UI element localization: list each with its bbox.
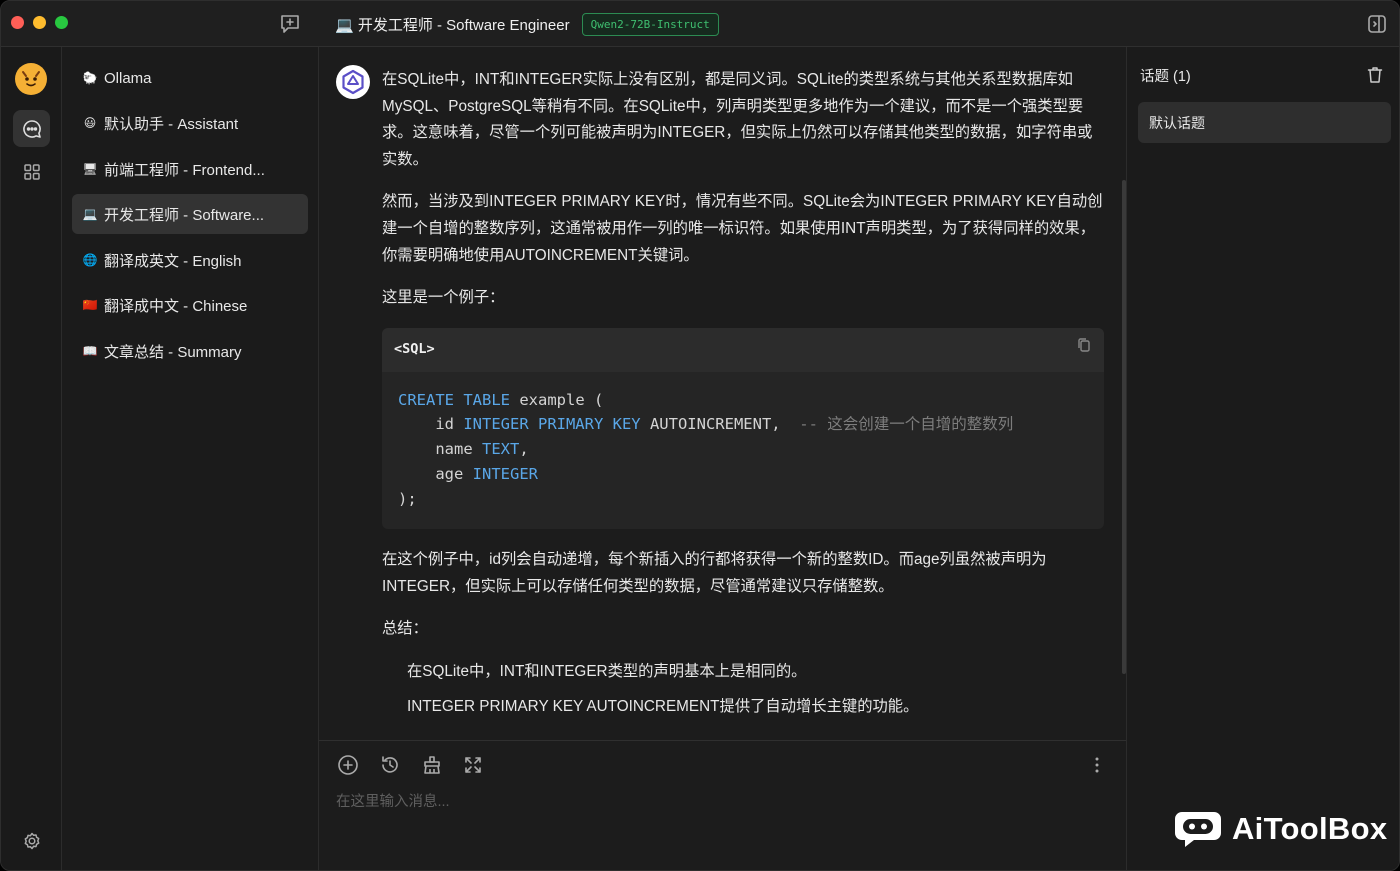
user-avatar[interactable] xyxy=(15,63,47,95)
laptop-icon: 💻 xyxy=(82,207,98,221)
code-keyword: CREATE xyxy=(398,390,454,409)
chat-title-area: 💻 开发工程师 - Software Engineer Qwen2-72B-In… xyxy=(335,11,719,37)
sheep-icon: 🐑 xyxy=(82,71,98,85)
topics-title: 话题 (1) xyxy=(1140,69,1191,85)
code-text: age xyxy=(398,464,473,483)
code-text: example ( xyxy=(510,390,604,409)
close-window-button[interactable] xyxy=(11,16,24,29)
watermark-logo: AiToolBox xyxy=(1174,809,1387,849)
assistant-item-frontend[interactable]: 🖥 前端工程师 - Frontend... xyxy=(72,149,308,189)
assistant-label: 翻译成英文 - English xyxy=(104,252,242,270)
new-chat-icon[interactable] xyxy=(277,11,303,37)
app-window: 💻 开发工程师 - Software Engineer Qwen2-72B-In… xyxy=(0,0,1400,871)
title-bar: 💻 开发工程师 - Software Engineer Qwen2-72B-In… xyxy=(1,1,1399,47)
expand-icon[interactable] xyxy=(461,753,485,777)
assistant-label: 翻译成中文 - Chinese xyxy=(104,297,248,315)
code-text: id xyxy=(398,415,464,434)
clear-brush-icon[interactable] xyxy=(420,753,444,777)
message-paragraph: 在SQLite中，INT和INTEGER实际上没有区别，都是同义词。SQLite… xyxy=(382,71,1093,168)
topics-panel: 话题 (1) 默认话题 xyxy=(1126,47,1399,870)
toggle-panel-icon[interactable] xyxy=(1365,12,1389,36)
book-icon: 📖 xyxy=(82,344,98,358)
assistant-item-english[interactable]: 🌐 翻译成英文 - English xyxy=(72,240,308,280)
china-flag-icon: 🇨🇳 xyxy=(82,298,98,312)
list-item: 在SQLite中，INT和INTEGER类型的声明基本上是相同的。 xyxy=(407,663,807,681)
settings-gear-icon[interactable] xyxy=(13,822,50,859)
icon-rail xyxy=(1,47,62,870)
code-text: ); xyxy=(398,489,417,508)
apps-grid-icon[interactable] xyxy=(13,153,50,190)
message-input[interactable] xyxy=(336,789,1096,815)
assistant-message: 在SQLite中，INT和INTEGER实际上没有区别，都是同义词。SQLite… xyxy=(382,67,1104,728)
code-text: , xyxy=(519,440,529,459)
summary-list: 在SQLite中，INT和INTEGER类型的声明基本上是相同的。 INTEGE… xyxy=(382,659,1104,720)
code-text: name xyxy=(398,440,482,459)
assistant-item-ollama[interactable]: 🐑 Ollama xyxy=(72,58,308,98)
assistant-item-summary[interactable]: 📖 文章总结 - Summary xyxy=(72,331,308,371)
model-badge[interactable]: Qwen2-72B-Instruct xyxy=(581,12,719,36)
smile-icon: 😃 xyxy=(83,116,97,130)
add-circle-icon[interactable] xyxy=(336,753,360,777)
chat-area[interactable]: 在SQLite中，INT和INTEGER实际上没有区别，都是同义词。SQLite… xyxy=(319,47,1126,740)
watermark-chat-icon xyxy=(1175,812,1221,847)
minimize-window-button[interactable] xyxy=(33,16,46,29)
maximize-window-button[interactable] xyxy=(55,16,68,29)
code-block-header: <SQL> xyxy=(382,327,1104,372)
copy-icon[interactable] xyxy=(1076,336,1092,363)
assistant-label: 开发工程师 - Software... xyxy=(104,206,265,224)
code-keyword: TABLE xyxy=(463,390,511,409)
list-item: INTEGER PRIMARY KEY AUTOINCREMENT提供了自动增长… xyxy=(407,697,919,715)
assistant-item-software[interactable]: 💻 开发工程师 - Software... xyxy=(72,194,308,234)
code-block: <SQL> CREATE TABLE example ( id INTEGER … xyxy=(382,327,1104,530)
globe-icon: 🌐 xyxy=(82,253,98,267)
trash-icon[interactable] xyxy=(1365,65,1385,85)
code-text: AUTOINCREMENT, xyxy=(640,415,800,434)
assistant-item-default[interactable]: 😃 默认助手 - Assistant xyxy=(72,103,308,143)
history-icon[interactable] xyxy=(378,753,402,777)
code-keyword: INTEGER xyxy=(472,464,538,483)
watermark-text: AiToolBox xyxy=(1232,811,1388,846)
message-paragraph: 然而，当涉及到INTEGER PRIMARY KEY时，情况有些不同。SQLit… xyxy=(382,193,1103,264)
chat-icon[interactable] xyxy=(13,110,50,147)
code-comment: -- 这会创建一个自增的整数列 xyxy=(799,415,1014,434)
assistant-label: 文章总结 - Summary xyxy=(104,343,242,361)
desktop-icon: 🖥 xyxy=(82,162,98,176)
chat-title: 💻 开发工程师 - Software Engineer xyxy=(335,16,570,34)
more-options-icon[interactable] xyxy=(1085,753,1109,777)
code-content: CREATE TABLE example ( id INTEGER PRIMAR… xyxy=(382,372,1104,530)
topic-item[interactable]: 默认话题 xyxy=(1138,102,1391,143)
message-paragraph: 总结： xyxy=(382,620,428,638)
assistant-label: Ollama xyxy=(104,69,152,87)
code-keyword: INTEGER PRIMARY KEY xyxy=(463,415,641,434)
code-language-label: <SQL> xyxy=(394,341,435,358)
bot-avatar xyxy=(336,65,370,99)
assistant-label: 默认助手 - Assistant xyxy=(104,115,239,133)
assistant-label: 前端工程师 - Frontend... xyxy=(104,161,265,179)
input-bar xyxy=(319,740,1126,870)
message-paragraph: 在这个例子中，id列会自动递增，每个新插入的行都将获得一个新的整数ID。而age… xyxy=(382,551,1047,595)
assistant-item-chinese[interactable]: 🇨🇳 翻译成中文 - Chinese xyxy=(72,285,308,325)
assistant-list: 🐑 Ollama 😃 默认助手 - Assistant 🖥 前端工程师 - Fr… xyxy=(62,47,319,870)
code-keyword: TEXT xyxy=(482,440,520,459)
message-paragraph: 这里是一个例子： xyxy=(382,289,505,307)
